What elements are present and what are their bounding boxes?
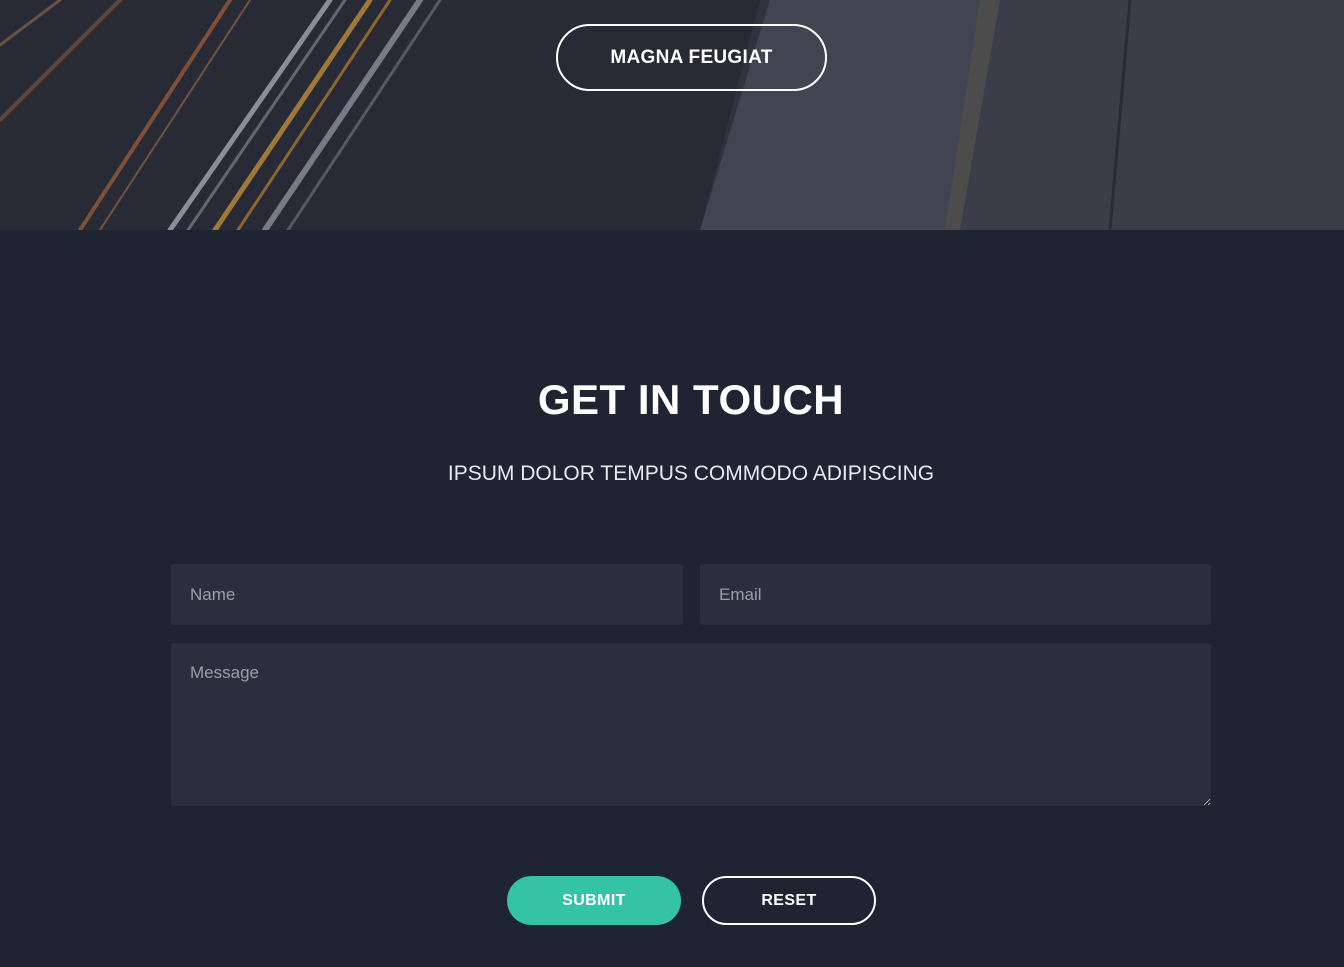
contact-title: GET IN TOUCH xyxy=(537,376,845,423)
contact-subtitle: IPSUM DOLOR TEMPUS COMMODO ADIPISCING xyxy=(447,462,935,485)
magna-feugiat-button[interactable]: MAGNA FEUGIAT xyxy=(556,24,827,91)
hero-banner: MAGNA FEUGIAT xyxy=(0,0,1344,230)
submit-button[interactable]: SUBMIT xyxy=(507,876,681,925)
name-input[interactable] xyxy=(171,564,683,625)
contact-section: GET IN TOUCH IPSUM DOLOR TEMPUS COMMODO … xyxy=(0,230,1344,967)
reset-button[interactable]: RESET xyxy=(702,876,876,925)
message-textarea[interactable] xyxy=(171,643,1211,806)
email-input[interactable] xyxy=(700,564,1211,625)
